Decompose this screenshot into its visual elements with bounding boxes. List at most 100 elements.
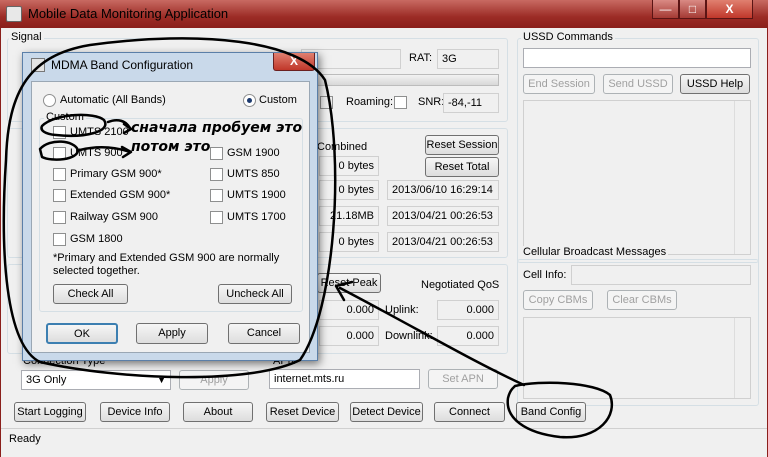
automatic-radio[interactable] (43, 94, 56, 107)
umts1700-label: UMTS 1700 (227, 211, 286, 223)
roaming-label: Roaming: (346, 96, 394, 108)
bytes-field-3: 21.18MB (319, 206, 379, 226)
apn-input[interactable]: internet.mts.ru (269, 369, 420, 389)
gsm1900-checkbox[interactable] (210, 147, 223, 160)
dialog-title: MDMA Band Configuration (51, 58, 194, 72)
umts1700-checkbox[interactable] (210, 211, 223, 224)
ussd-help-button[interactable]: USSD Help (680, 74, 750, 94)
bytes-field-4: 0 bytes (319, 232, 379, 252)
umts1900-label: UMTS 1900 (227, 189, 286, 201)
snr-value: -84,-11 (448, 97, 483, 109)
maximize-button[interactable]: □ (679, 0, 706, 19)
connection-type-select[interactable]: 3G Only ▼ (21, 370, 171, 390)
cbm-output (523, 317, 751, 399)
umts850-label: UMTS 850 (227, 168, 280, 180)
ussd-output (523, 100, 751, 255)
dialog-apply-button[interactable]: Apply (136, 323, 208, 344)
date-value-4: 2013/04/21 00:26:53 (392, 236, 493, 248)
downlink-value: 0.000 (466, 330, 494, 342)
uplink-peak-value: 0.000 (346, 304, 374, 316)
snr-field: -84,-11 (443, 93, 499, 113)
reset-total-button[interactable]: Reset Total (425, 157, 499, 177)
set-apn-button[interactable]: Set APN (428, 369, 498, 389)
about-button[interactable]: About (183, 402, 253, 422)
gsm-note: *Primary and Extended GSM 900 are normal… (53, 252, 280, 277)
clear-cbms-button[interactable]: Clear CBMs (607, 290, 677, 310)
umts900-checkbox[interactable] (53, 147, 66, 160)
app-icon (6, 6, 22, 22)
check-all-button[interactable]: Check All (53, 284, 128, 304)
dialog-cancel-button[interactable]: Cancel (228, 323, 300, 344)
device-info-button[interactable]: Device Info (100, 402, 170, 422)
reset-device-button[interactable]: Reset Device (266, 402, 339, 422)
umts2100-checkbox[interactable] (53, 126, 66, 139)
automatic-label: Automatic (All Bands) (60, 94, 166, 106)
signal-label: Signal (9, 31, 44, 43)
ussd-scrollbar[interactable] (734, 101, 750, 254)
annotation-then: потом это (131, 139, 211, 155)
custom-radio[interactable] (243, 94, 256, 107)
chevron-down-icon: ▼ (157, 375, 166, 385)
railway-gsm900-checkbox[interactable] (53, 211, 66, 224)
downlink-peak-field: 0.000 (319, 326, 379, 346)
gsm1800-checkbox[interactable] (53, 233, 66, 246)
start-logging-button[interactable]: Start Logging (14, 402, 86, 422)
cbm-label: Cellular Broadcast Messages (521, 246, 669, 258)
umts900-label: UMTS 900 (70, 147, 123, 159)
railway-gsm900-label: Railway GSM 900 (70, 211, 159, 223)
copy-cbms-button[interactable]: Copy CBMs (523, 290, 593, 310)
uncheck-all-button[interactable]: Uncheck All (218, 284, 292, 304)
detect-device-button[interactable]: Detect Device (350, 402, 423, 422)
rat-value: 3G (442, 53, 457, 65)
bytes-value-3: 21.18MB (329, 210, 374, 222)
send-ussd-button[interactable]: Send USSD (603, 74, 673, 94)
umts850-checkbox[interactable] (210, 168, 223, 181)
status-bar: Ready (1, 428, 767, 457)
dialog-icon (31, 58, 45, 72)
apn-value: internet.mts.ru (274, 373, 345, 385)
date-field-2: 2013/06/10 16:29:14 (387, 180, 499, 200)
reset-session-button[interactable]: Reset Session (425, 135, 499, 155)
date-value-3: 2013/04/21 00:26:53 (392, 210, 493, 222)
uplink-value: 0.000 (466, 304, 494, 316)
cell-info-field (571, 265, 751, 285)
option-checkbox[interactable] (320, 96, 333, 109)
downlink-label: Downlink: (385, 330, 433, 342)
band-config-dialog: MDMA Band Configuration X Automatic (All… (22, 52, 318, 361)
umts1900-checkbox[interactable] (210, 189, 223, 202)
dialog-close-button[interactable]: X (273, 53, 315, 71)
primary-gsm900-checkbox[interactable] (53, 168, 66, 181)
gsm1800-label: GSM 1800 (70, 233, 123, 245)
date-field-3: 2013/04/21 00:26:53 (387, 206, 499, 226)
reset-peak-button[interactable]: Reset Peak (317, 273, 381, 293)
annotation-first: сначала пробуем это (131, 120, 303, 136)
uplink-field: 0.000 (437, 300, 499, 320)
connection-apply-button[interactable]: Apply (179, 370, 249, 390)
cell-info-label: Cell Info: (523, 269, 567, 281)
uplink-peak-field: 0.000 (319, 300, 379, 320)
bytes-value-2: 0 bytes (338, 184, 374, 196)
ussd-input[interactable] (523, 48, 751, 68)
end-session-button[interactable]: End Session (523, 74, 595, 94)
extended-gsm900-checkbox[interactable] (53, 189, 66, 202)
combined-label: Combined (317, 141, 368, 153)
date-field-4: 2013/04/21 00:26:53 (387, 232, 499, 252)
extended-gsm900-label: Extended GSM 900* (70, 189, 171, 201)
window-title: Mobile Data Monitoring Application (28, 6, 229, 21)
connect-button[interactable]: Connect (434, 402, 505, 422)
title-bar: Mobile Data Monitoring Application — □ X (0, 0, 768, 28)
cbm-scrollbar[interactable] (734, 318, 750, 398)
rat-label: RAT: (409, 52, 433, 64)
close-button[interactable]: X (706, 0, 753, 19)
roaming-checkbox[interactable] (394, 96, 407, 109)
gsm1900-label: GSM 1900 (227, 147, 280, 159)
connection-type-value: 3G Only (26, 374, 67, 386)
ok-button[interactable]: OK (46, 323, 118, 344)
umts2100-label: UMTS 2100 (70, 126, 129, 138)
date-value-2: 2013/06/10 16:29:14 (392, 184, 493, 196)
status-text: Ready (9, 433, 41, 445)
minimize-button[interactable]: — (652, 0, 679, 19)
band-config-button[interactable]: Band Config (516, 402, 586, 422)
rat-field: 3G (437, 49, 499, 69)
snr-label: SNR: (418, 96, 445, 108)
